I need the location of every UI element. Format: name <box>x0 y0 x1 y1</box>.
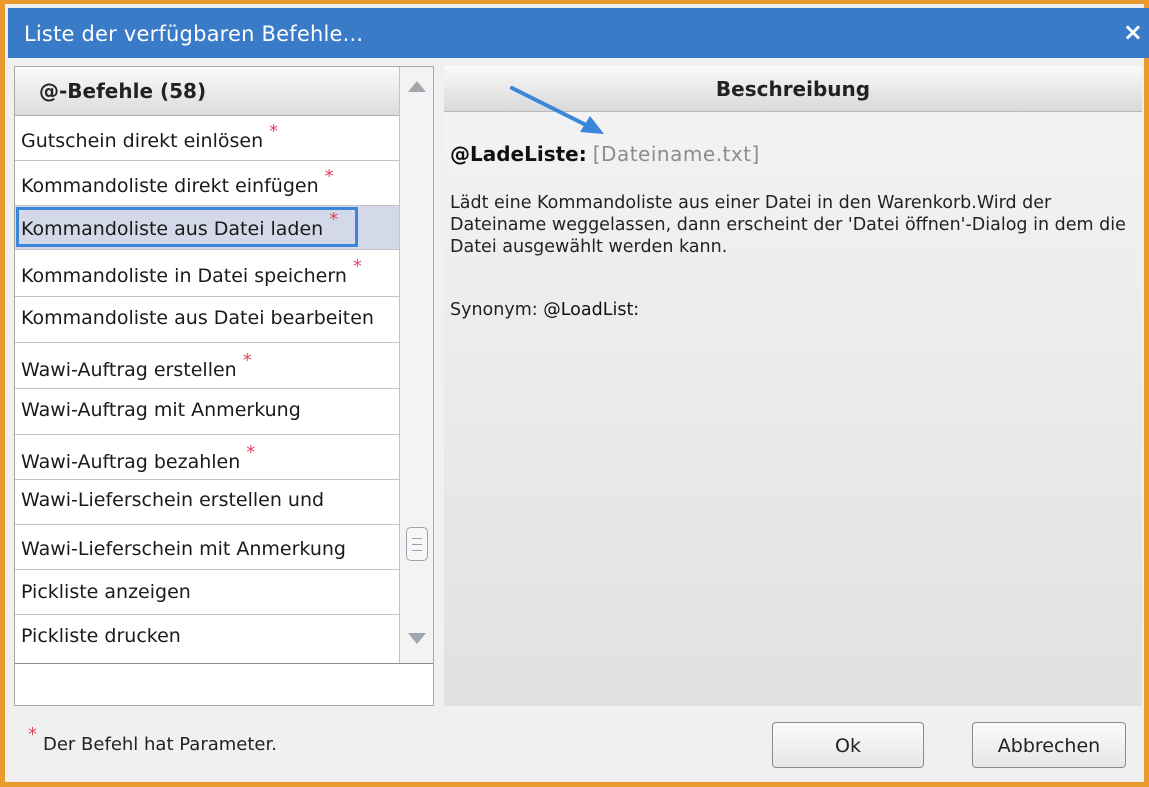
list-item[interactable]: Kommandoliste in Datei speichern * <box>15 250 399 297</box>
list-item[interactable]: Kommandoliste aus Datei bearbeiten <box>15 297 399 343</box>
list-item-label: Kommandoliste in Datei speichern * <box>21 256 362 287</box>
description-panel: Beschreibung @LadeListe: [Dateiname.txt] … <box>444 66 1142 706</box>
scroll-thumb[interactable] <box>406 527 428 561</box>
list-item[interactable]: Kommandoliste direkt einfügen * <box>15 161 399 206</box>
close-icon[interactable]: × <box>1123 18 1143 46</box>
list-item-label: Wawi-Lieferschein mit Anmerkung <box>21 538 346 560</box>
list-item-label: Wawi-Auftrag erstellen * <box>21 350 252 381</box>
list-item-label: Wawi-Auftrag mit Anmerkung <box>21 399 301 421</box>
list-item-label: Gutschein direkt einlösen * <box>21 121 279 152</box>
list-item[interactable]: Gutschein direkt einlösen * <box>15 116 399 161</box>
list-item-label: Pickliste anzeigen <box>21 581 191 603</box>
list-item[interactable]: Wawi-Lieferschein erstellen und <box>15 480 399 525</box>
list-item-label: Kommandoliste aus Datei laden * <box>21 209 339 240</box>
list-item-selected[interactable]: Kommandoliste aus Datei laden * <box>15 206 399 250</box>
command-list-panel: @-Befehle (58) Gutschein direkt einlösen… <box>14 66 434 706</box>
list-item[interactable]: Wawi-Auftrag erstellen * <box>15 343 399 389</box>
synonym-label: Synonym: <box>450 300 538 320</box>
list-header[interactable]: @-Befehle (58) <box>15 67 399 116</box>
cancel-button[interactable]: Abbrechen <box>972 722 1126 768</box>
list-item[interactable]: Pickliste drucken <box>15 615 399 663</box>
scroll-up-icon[interactable] <box>408 81 426 92</box>
parameter-note-text: Der Befehl hat Parameter. <box>43 734 277 755</box>
list-scrollbar[interactable] <box>399 67 433 663</box>
ok-button[interactable]: Ok <box>772 722 924 768</box>
synonym-line: Synonym: @LoadList: <box>450 300 639 320</box>
parameter-note: * Der Befehl hat Parameter. <box>28 724 277 755</box>
parameter-star-icon: * <box>28 724 37 745</box>
list-item[interactable]: Pickliste anzeigen <box>15 570 399 615</box>
synonym-value: @LoadList: <box>543 300 640 320</box>
list-item-label: Wawi-Auftrag bezahlen * <box>21 442 256 473</box>
list-item-label: Wawi-Lieferschein erstellen und <box>21 489 325 511</box>
list-header-label: @-Befehle (58) <box>39 79 207 103</box>
list-item-label: Kommandoliste direkt einfügen * <box>21 166 334 197</box>
list-item[interactable]: Wawi-Auftrag bezahlen * <box>15 435 399 480</box>
list-item-label: Kommandoliste aus Datei bearbeiten <box>21 307 374 329</box>
scroll-down-icon[interactable] <box>408 633 426 644</box>
title-bar: Liste der verfügbaren Befehle... × <box>8 8 1149 58</box>
list-item[interactable]: Wawi-Auftrag mit Anmerkung <box>15 389 399 435</box>
annotation-arrow-icon <box>510 86 604 134</box>
command-filter-input[interactable] <box>15 663 433 705</box>
description-text: Lädt eine Kommandoliste aus einer Datei … <box>450 193 1126 257</box>
list-item[interactable]: Wawi-Lieferschein mit Anmerkung <box>15 525 399 570</box>
window-title: Liste der verfügbaren Befehle... <box>24 22 364 46</box>
list-item-label: Pickliste drucken <box>21 625 181 647</box>
